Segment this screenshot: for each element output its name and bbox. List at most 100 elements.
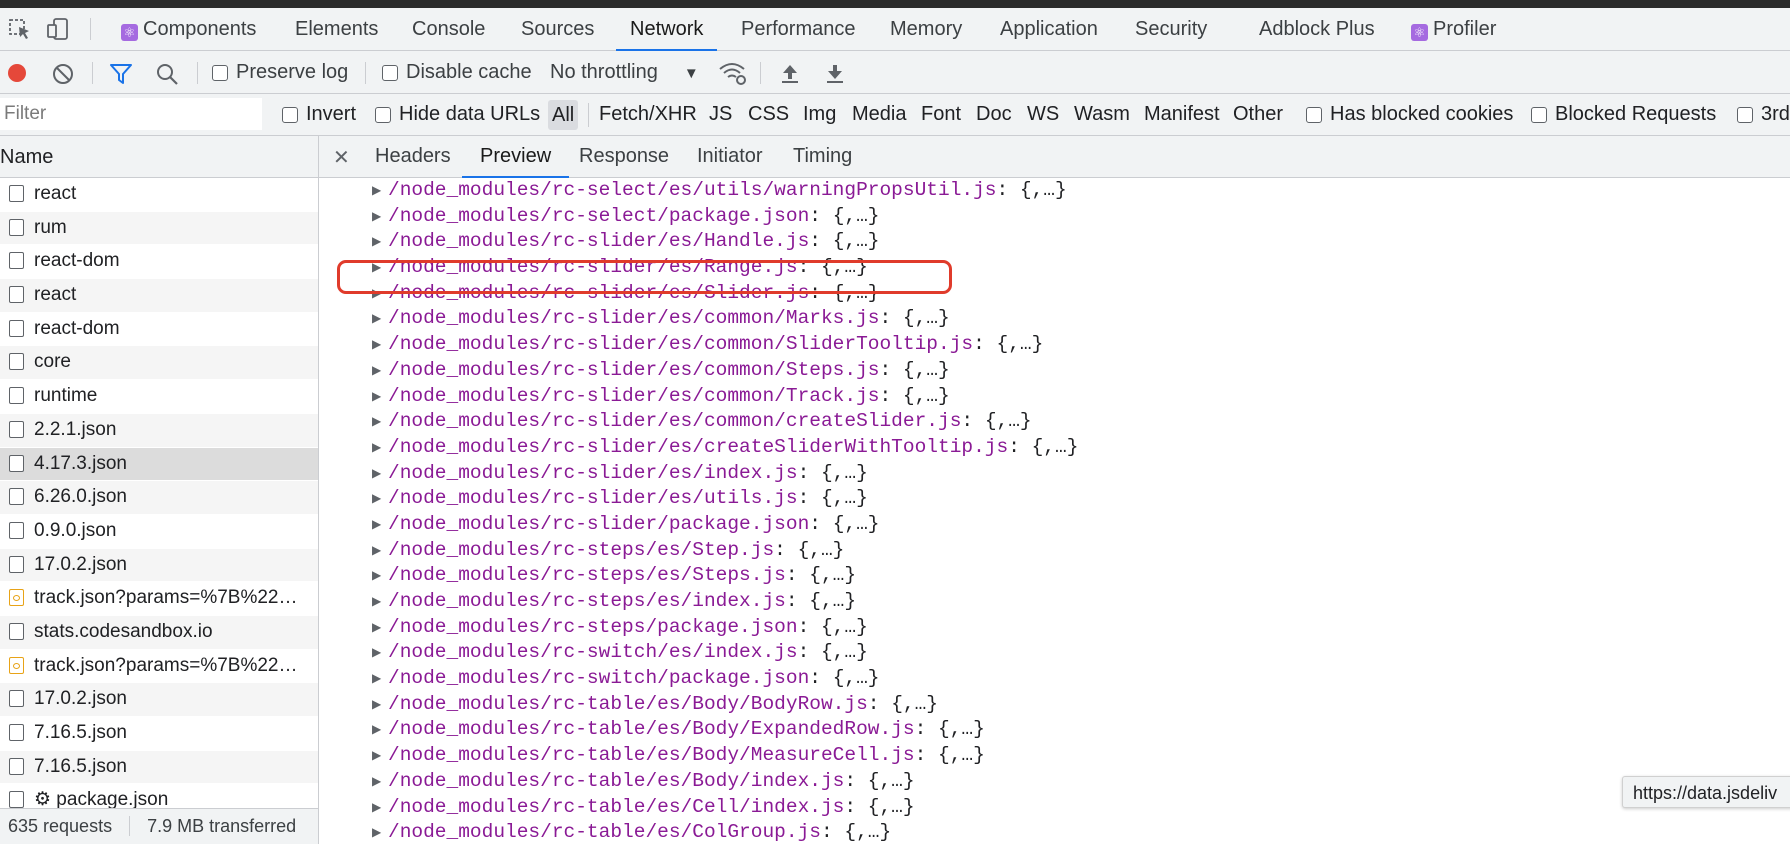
tab-security[interactable]: Security <box>1135 8 1207 50</box>
expand-triangle-icon[interactable]: ▶ <box>372 255 381 281</box>
tree-node[interactable]: ▶ /node_modules/rc-slider/es/common/creat… <box>320 409 1790 435</box>
request-row[interactable]: 0.9.0.json <box>0 515 318 549</box>
has-blocked-cookies-checkbox[interactable]: Has blocked cookies <box>1306 94 1513 135</box>
tree-node[interactable]: ▶ /node_modules/rc-switch/package.json: {… <box>320 666 1790 692</box>
expand-triangle-icon[interactable]: ▶ <box>372 435 381 461</box>
record-icon[interactable] <box>7 63 27 83</box>
expand-triangle-icon[interactable]: ▶ <box>372 384 381 410</box>
filter-type-img[interactable]: Img <box>803 94 836 135</box>
hide-data-urls-checkbox[interactable]: Hide data URLs <box>375 94 540 135</box>
expand-triangle-icon[interactable]: ▶ <box>372 486 381 512</box>
request-row[interactable]: rum <box>0 211 318 246</box>
tree-node[interactable]: ▶ /node_modules/rc-slider/es/Slider.js: {… <box>320 281 1790 307</box>
disable-cache-checkbox[interactable]: Disable cache <box>382 51 532 93</box>
request-row[interactable]: track.json?params=%7B%22… <box>0 582 318 616</box>
tree-node[interactable]: ▶ /node_modules/rc-table/es/Body/BodyRow.… <box>320 692 1790 718</box>
expand-triangle-icon[interactable]: ▶ <box>372 306 381 332</box>
tab-response[interactable]: Response <box>579 136 669 177</box>
filter-type-doc[interactable]: Doc <box>976 94 1012 135</box>
tab-performance[interactable]: Performance <box>741 8 856 50</box>
tree-node[interactable]: ▶ /node_modules/rc-steps/es/Steps.js: {,…… <box>320 563 1790 589</box>
tree-node[interactable]: ▶ /node_modules/rc-steps/package.json: {,… <box>320 615 1790 641</box>
expand-triangle-icon[interactable]: ▶ <box>372 281 381 307</box>
tab-application[interactable]: Application <box>1000 8 1098 50</box>
inspect-element-icon[interactable] <box>8 17 34 41</box>
third-party-checkbox[interactable]: 3rd <box>1737 94 1790 135</box>
export-har-icon[interactable] <box>824 62 846 84</box>
request-row[interactable]: react-dom <box>0 245 318 280</box>
tab-sources[interactable]: Sources <box>521 8 594 50</box>
tab-initiator[interactable]: Initiator <box>697 136 763 177</box>
tree-node[interactable]: ▶ /node_modules/rc-slider/es/common/Track… <box>320 384 1790 410</box>
tab-adblock-plus[interactable]: Adblock Plus <box>1259 8 1375 50</box>
expand-triangle-icon[interactable]: ▶ <box>372 512 381 538</box>
filter-type-css[interactable]: CSS <box>748 94 789 135</box>
request-row[interactable]: react <box>0 279 318 313</box>
tree-node[interactable]: ▶ /node_modules/rc-table/es/Body/Expanded… <box>320 717 1790 743</box>
request-row[interactable]: 7.16.5.json <box>0 717 318 751</box>
device-toolbar-icon[interactable] <box>46 17 72 41</box>
tree-node[interactable]: ▶ /node_modules/rc-select/package.json: {… <box>320 204 1790 230</box>
tab-network[interactable]: Network <box>615 8 718 51</box>
tree-node[interactable]: ▶ /node_modules/rc-slider/es/common/Slide… <box>320 332 1790 358</box>
tree-node[interactable]: ▶ /node_modules/rc-select/es/utils/warnin… <box>320 178 1790 204</box>
expand-triangle-icon[interactable]: ▶ <box>372 769 381 795</box>
request-row[interactable]: 7.16.5.json <box>0 750 318 785</box>
tree-node[interactable]: ▶ /node_modules/rc-table/es/Body/index.js… <box>320 769 1790 795</box>
invert-checkbox[interactable]: Invert <box>282 94 356 135</box>
throttling-select[interactable]: No throttling ▼ <box>550 51 699 93</box>
tree-node[interactable]: ▶ /node_modules/rc-table/es/Cell/index.js… <box>320 795 1790 821</box>
expand-triangle-icon[interactable]: ▶ <box>372 589 381 615</box>
expand-triangle-icon[interactable]: ▶ <box>372 640 381 666</box>
expand-triangle-icon[interactable]: ▶ <box>372 332 381 358</box>
request-row[interactable]: track.json?params=%7B%22… <box>0 650 318 684</box>
close-icon[interactable]: ✕ <box>333 145 350 170</box>
expand-triangle-icon[interactable]: ▶ <box>372 358 381 384</box>
request-row[interactable]: 2.2.1.json <box>0 413 318 448</box>
expand-triangle-icon[interactable]: ▶ <box>372 795 381 821</box>
tree-node[interactable]: ▶/node_modules/rc-table/es/ColGroup.js: … <box>320 820 1790 844</box>
filter-icon[interactable] <box>109 63 133 85</box>
expand-triangle-icon[interactable]: ▶ <box>372 717 381 743</box>
tree-node[interactable]: ▶ /node_modules/rc-switch/es/index.js: {,… <box>320 640 1790 666</box>
expand-triangle-icon[interactable]: ▶ <box>372 178 381 204</box>
request-row[interactable]: stats.codesandbox.io <box>0 615 318 650</box>
filter-type-wasm[interactable]: Wasm <box>1074 94 1130 135</box>
tab-elements[interactable]: Elements <box>295 8 378 50</box>
request-row[interactable]: 6.26.0.json <box>0 481 318 515</box>
expand-triangle-icon[interactable]: ▶ <box>372 820 381 844</box>
request-row[interactable]: 17.0.2.json <box>0 548 318 583</box>
name-column-header[interactable]: Name <box>0 136 318 178</box>
tab-headers[interactable]: Headers <box>375 136 451 177</box>
tree-node[interactable]: ▶ /node_modules/rc-slider/es/common/Steps… <box>320 358 1790 384</box>
expand-triangle-icon[interactable]: ▶ <box>372 692 381 718</box>
filter-type-fetch-xhr[interactable]: Fetch/XHR <box>599 94 697 135</box>
expand-triangle-icon[interactable]: ▶ <box>372 666 381 692</box>
filter-type-js[interactable]: JS <box>709 94 732 135</box>
search-icon[interactable] <box>155 62 179 86</box>
filter-type-manifest[interactable]: Manifest <box>1144 94 1220 135</box>
request-row[interactable]: react-dom <box>0 313 318 347</box>
expand-triangle-icon[interactable]: ▶ <box>372 563 381 589</box>
filter-type-all[interactable]: All <box>548 100 579 130</box>
tab-profiler[interactable]: ⚛ Profiler <box>1411 8 1496 50</box>
tree-node[interactable]: ▶ /node_modules/rc-slider/es/index.js: {,… <box>320 461 1790 487</box>
tab-components[interactable]: ⚛ Components <box>121 8 256 50</box>
expand-triangle-icon[interactable]: ▶ <box>372 204 381 230</box>
import-har-icon[interactable] <box>779 62 801 84</box>
clear-icon[interactable] <box>52 63 74 85</box>
preserve-log-checkbox[interactable]: Preserve log <box>212 51 348 93</box>
blocked-requests-checkbox[interactable]: Blocked Requests <box>1531 94 1716 135</box>
tree-node[interactable]: ▶ /node_modules/rc-slider/es/common/Marks… <box>320 306 1790 332</box>
expand-triangle-icon[interactable]: ▶ <box>372 461 381 487</box>
expand-triangle-icon[interactable]: ▶ <box>372 229 381 255</box>
tree-node[interactable]: ▶ /node_modules/rc-slider/es/Range.js: {,… <box>320 255 1790 281</box>
tree-node[interactable]: ▶ /node_modules/rc-slider/package.json: {… <box>320 512 1790 538</box>
expand-triangle-icon[interactable]: ▶ <box>372 615 381 641</box>
tab-timing[interactable]: Timing <box>793 136 852 177</box>
tree-node[interactable]: ▶ /node_modules/rc-table/es/Body/MeasureC… <box>320 743 1790 769</box>
expand-triangle-icon[interactable]: ▶ <box>372 409 381 435</box>
tree-node[interactable]: ▶ /node_modules/rc-steps/es/index.js: {,…… <box>320 589 1790 615</box>
filter-type-ws[interactable]: WS <box>1027 94 1059 135</box>
tree-node[interactable]: ▶ /node_modules/rc-slider/es/createSlider… <box>320 435 1790 461</box>
